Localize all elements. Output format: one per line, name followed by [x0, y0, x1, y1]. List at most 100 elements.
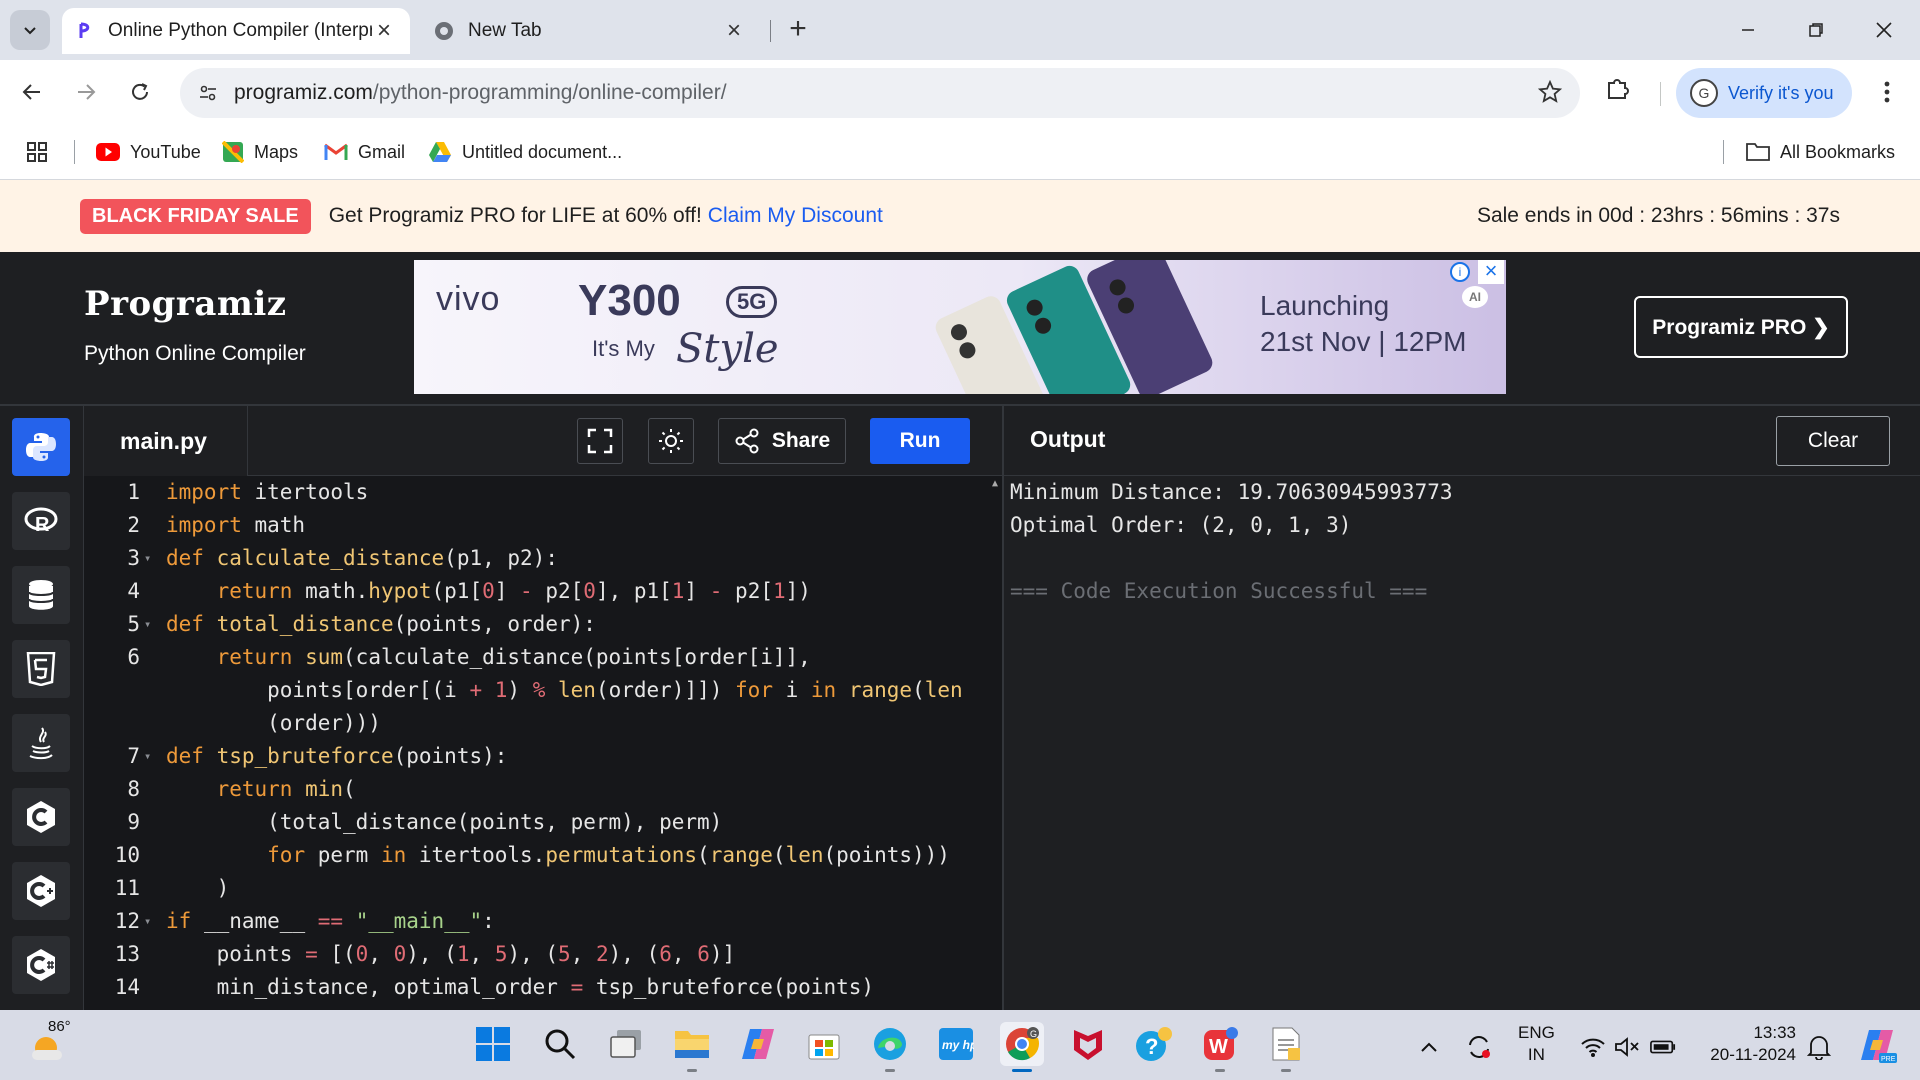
system-clock[interactable]: 13:33 20-11-2024	[1696, 1022, 1796, 1066]
window-close-button[interactable]	[1864, 12, 1904, 48]
all-bookmarks-button[interactable]: All Bookmarks	[1746, 136, 1895, 168]
mcafee-button[interactable]	[1066, 1022, 1110, 1066]
bookmark-youtube[interactable]: YouTube	[96, 136, 201, 168]
language-csharp[interactable]	[12, 936, 70, 994]
advertisement-banner[interactable]: vivo Y300 5G It's My Style Launching 21s…	[414, 260, 1506, 394]
sync-status-icon[interactable]	[1466, 1034, 1492, 1060]
chrome-button[interactable]: G	[1000, 1022, 1044, 1072]
task-view-button[interactable]	[604, 1022, 648, 1066]
ad-close-icon[interactable]: ×	[1478, 260, 1504, 284]
bookmark-maps[interactable]: Maps	[222, 136, 298, 168]
language-r[interactable]: R	[12, 492, 70, 550]
output-toolbar: Output Clear	[1002, 406, 1920, 476]
back-button[interactable]	[14, 74, 50, 110]
edge-button[interactable]	[868, 1022, 912, 1072]
language-cpp[interactable]	[12, 862, 70, 920]
help-button[interactable]: ?	[1132, 1022, 1176, 1066]
chrome-icon: G	[1006, 1027, 1040, 1061]
bookmarks-bar: YouTube Maps Gmail Untitled document... …	[0, 124, 1920, 180]
fullscreen-button[interactable]	[577, 418, 623, 464]
close-icon[interactable]: ×	[722, 17, 746, 45]
clear-button[interactable]: Clear	[1776, 416, 1890, 466]
sun-icon	[659, 429, 683, 453]
share-button[interactable]: Share	[718, 418, 846, 464]
programiz-pro-button[interactable]: Programiz PRO ❯	[1634, 296, 1848, 358]
copilot-icon	[742, 1029, 774, 1059]
html5-icon	[26, 652, 56, 686]
fold-arrow-icon[interactable]: ▾	[144, 740, 151, 773]
arrow-left-icon	[22, 84, 40, 100]
bookmark-star-button[interactable]	[1537, 79, 1563, 109]
start-button[interactable]	[471, 1022, 515, 1066]
apps-grid-icon	[27, 142, 47, 162]
promo-banner: BLACK FRIDAY SALE Get Programiz PRO for …	[0, 180, 1920, 252]
fold-arrow-icon[interactable]: ▾	[144, 905, 151, 938]
output-console[interactable]: Minimum Distance: 19.70630945993773 Opti…	[1002, 476, 1920, 1010]
language-c[interactable]	[12, 788, 70, 846]
wps-office-button[interactable]: W	[1198, 1022, 1242, 1072]
sync-icon	[1469, 1036, 1490, 1058]
language-java[interactable]	[12, 714, 70, 772]
notifications-button[interactable]	[1806, 1034, 1832, 1060]
bookmark-untitled-document[interactable]: Untitled document...	[428, 136, 622, 168]
reload-button[interactable]	[122, 74, 158, 110]
profile-button[interactable]: G Verify it's you	[1676, 68, 1852, 118]
restore-button[interactable]	[1796, 12, 1836, 48]
search-icon	[545, 1029, 576, 1060]
site-info-button[interactable]	[190, 75, 226, 111]
svg-text:G: G	[1030, 1029, 1037, 1039]
language-sidebar: R	[0, 406, 84, 1010]
site-header: Programiz Python Online Compiler vivo Y3…	[0, 252, 1920, 404]
forward-button[interactable]	[68, 74, 104, 110]
minimize-button[interactable]	[1728, 12, 1768, 48]
theme-toggle-button[interactable]	[648, 418, 694, 464]
url-text[interactable]: programiz.com/python-programming/online-…	[234, 81, 1580, 105]
ad-info-icon[interactable]: i	[1450, 262, 1470, 282]
tab-programiz[interactable]: Online Python Compiler (Interpreter) ×	[62, 8, 410, 54]
programiz-logo[interactable]: Programiz	[84, 284, 287, 324]
copilot-pre-button[interactable]: PRE	[1858, 1026, 1898, 1066]
myhp-icon: my hp	[939, 1028, 974, 1060]
language-html[interactable]	[12, 640, 70, 698]
close-icon[interactable]: ×	[372, 17, 396, 45]
compiler-workspace: R main.py Share Run ▲ 1 import itertools…	[0, 404, 1920, 1010]
address-bar[interactable]: programiz.com/python-programming/online-…	[180, 68, 1580, 118]
claim-discount-link[interactable]: Claim My Discount	[708, 204, 883, 228]
bookmark-label: Gmail	[358, 141, 406, 162]
run-button[interactable]: Run	[870, 418, 970, 464]
copilot-button[interactable]	[736, 1022, 780, 1066]
toolbar-divider	[1660, 82, 1661, 106]
extensions-button[interactable]	[1604, 74, 1632, 107]
language-python[interactable]	[12, 418, 70, 476]
microsoft-store-button[interactable]	[802, 1022, 846, 1066]
svg-text:PRE: PRE	[1881, 1056, 1896, 1063]
drive-icon	[429, 142, 451, 162]
code-editor[interactable]: ▲ 1 import itertools 2 import math 3 ▾ def c…	[84, 476, 1002, 1010]
notepad-button[interactable]	[1264, 1022, 1308, 1072]
all-bookmarks-label: All Bookmarks	[1780, 141, 1896, 162]
fold-arrow-icon[interactable]: ▾	[144, 542, 151, 575]
language-sql[interactable]	[12, 566, 70, 624]
tab-new-tab[interactable]: New Tab ×	[420, 8, 760, 54]
output-status-line: === Code Execution Successful ===	[1010, 579, 1428, 603]
page-title: Python Online Compiler	[84, 342, 306, 365]
tab-search-button[interactable]	[10, 10, 50, 50]
file-explorer-button[interactable]	[670, 1022, 714, 1072]
show-hidden-icons-button[interactable]	[1416, 1034, 1442, 1060]
new-tab-button[interactable]: +	[780, 12, 816, 48]
ad-launch-date: 21st Nov | 12PM	[1260, 326, 1467, 357]
svg-text:?: ?	[1145, 1034, 1158, 1059]
file-tab-main[interactable]: main.py	[84, 406, 248, 476]
browser-menu-button[interactable]	[1872, 74, 1902, 110]
fold-arrow-icon[interactable]: ▾	[144, 608, 151, 641]
myhp-button[interactable]: my hp	[934, 1022, 978, 1066]
bookmark-gmail[interactable]: Gmail	[324, 136, 405, 168]
search-button[interactable]	[538, 1022, 582, 1066]
apps-button[interactable]	[26, 136, 48, 168]
volume-status-icon[interactable]	[1614, 1034, 1640, 1060]
battery-status-icon[interactable]	[1650, 1034, 1676, 1060]
language-indicator[interactable]: ENG IN	[1518, 1022, 1555, 1066]
scroll-up-arrow[interactable]: ▲	[992, 478, 998, 489]
chevron-down-icon	[24, 27, 36, 35]
wifi-status-icon[interactable]	[1580, 1034, 1606, 1060]
